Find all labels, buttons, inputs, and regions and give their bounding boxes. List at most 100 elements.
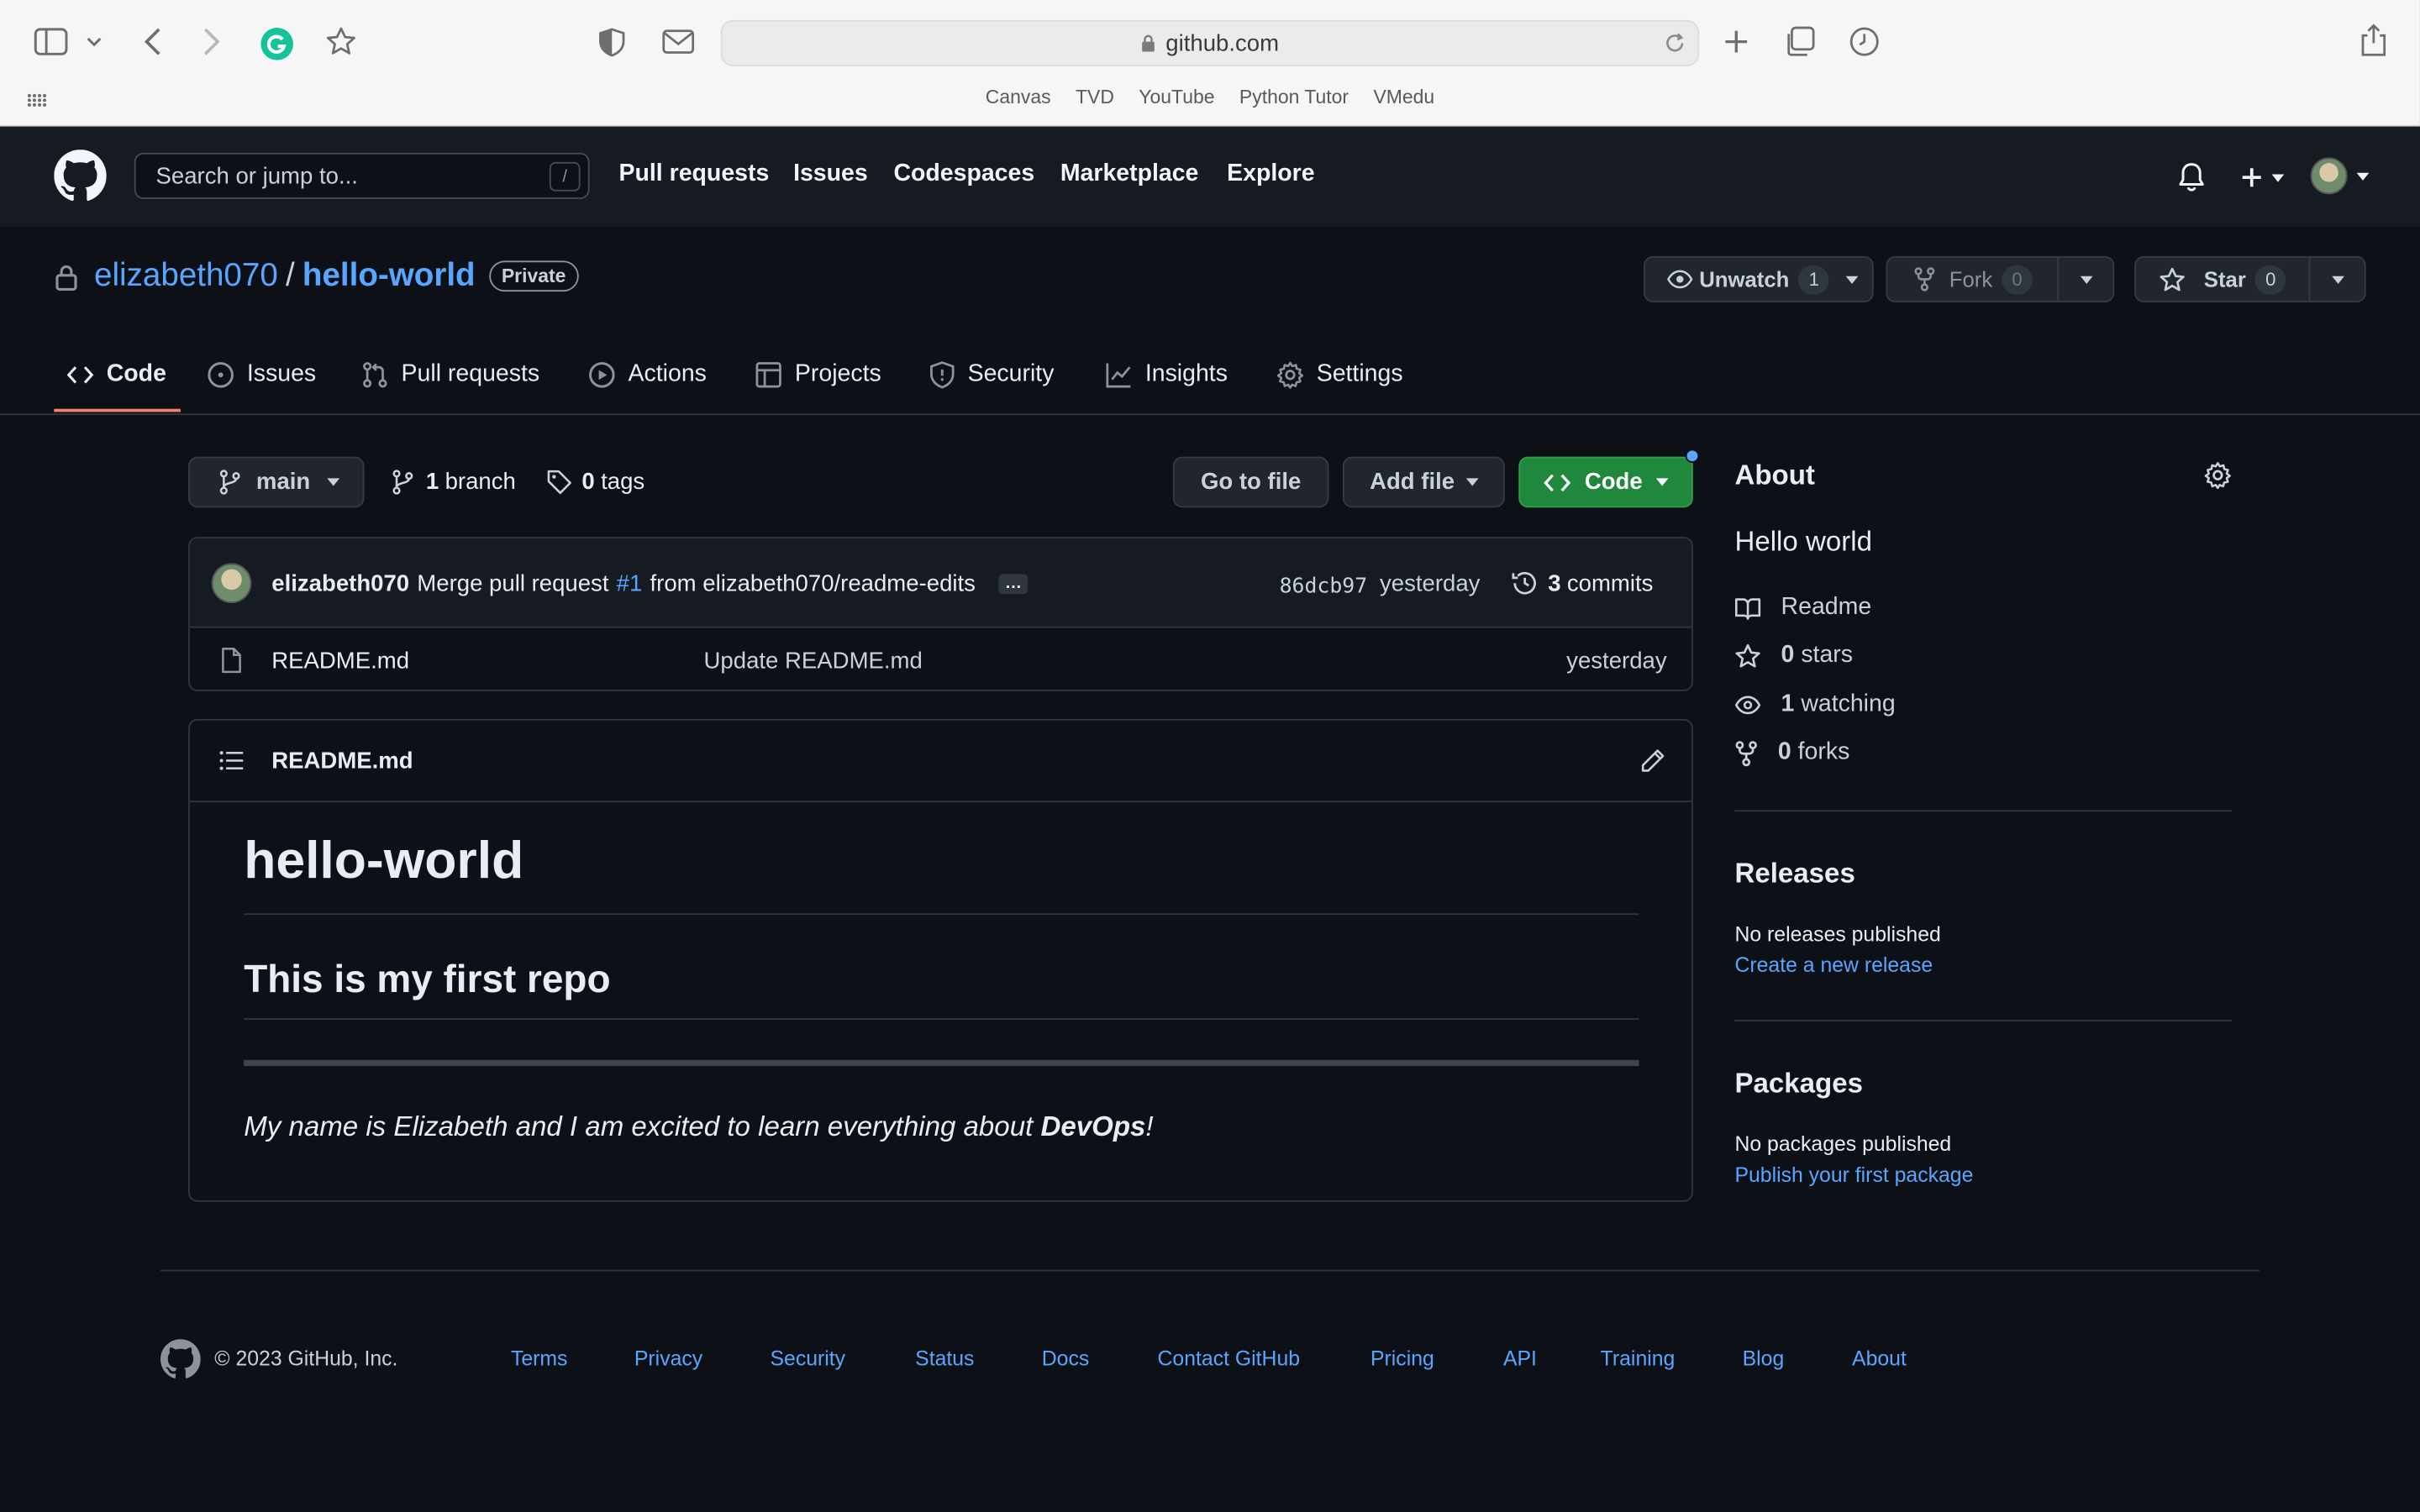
about-readme-link[interactable]: Readme (1734, 594, 1871, 622)
list-unordered-icon[interactable] (219, 750, 244, 772)
branch-selector[interactable]: main (188, 456, 365, 508)
tab-code[interactable]: Code (66, 360, 166, 391)
branches-link[interactable]: 1 branch (392, 469, 516, 496)
commit-message-prefix[interactable]: Merge pull request (417, 571, 608, 597)
tab-actions[interactable]: Actions (588, 360, 707, 391)
nav-marketplace[interactable]: Marketplace (1060, 160, 1199, 188)
visibility-badge: Private (489, 260, 579, 292)
tab-projects[interactable]: Projects (755, 360, 881, 391)
eye-icon (1734, 696, 1761, 715)
tab-issues[interactable]: Issues (207, 360, 316, 391)
github-logo-icon[interactable] (54, 150, 107, 202)
history-clock-icon[interactable] (1848, 24, 1881, 58)
star-button[interactable]: Star 0 (2134, 255, 2311, 302)
tag-count-label: tags (601, 469, 645, 496)
go-to-file-button[interactable]: Go to file (1172, 456, 1329, 508)
releases-heading[interactable]: Releases (1734, 858, 1854, 890)
share-icon[interactable] (2357, 22, 2391, 59)
add-file-button[interactable]: Add file (1342, 456, 1505, 508)
nav-issues[interactable]: Issues (793, 160, 868, 188)
new-tab-icon[interactable] (1719, 24, 1753, 58)
packages-heading[interactable]: Packages (1734, 1068, 1863, 1100)
readme-filename[interactable]: README.md (271, 748, 413, 774)
star-bookmark-icon[interactable] (324, 24, 358, 58)
commit-expand-button[interactable]: … (998, 574, 1028, 595)
repo-owner-link[interactable]: elizabeth070 (94, 258, 278, 295)
commit-message-suffix[interactable]: from elizabeth070/readme-edits (650, 571, 976, 597)
sidebar-toggle-icon[interactable] (31, 24, 71, 58)
about-watching-link[interactable]: 1 watching (1734, 691, 1896, 719)
chevron-down-icon[interactable] (83, 31, 105, 53)
notification-bell-icon[interactable] (2178, 162, 2206, 193)
issue-icon (208, 362, 234, 388)
lock-icon (1142, 34, 1155, 52)
gear-icon[interactable] (2204, 461, 2232, 490)
bookmark-youtube[interactable]: YouTube (1127, 87, 1228, 118)
footer-link-about[interactable]: About (1852, 1347, 1907, 1370)
tab-insights[interactable]: Insights (1105, 360, 1228, 391)
tab-security[interactable]: Security (929, 360, 1054, 391)
grammarly-icon[interactable] (260, 26, 293, 60)
bookmark-python-tutor[interactable]: Python Tutor (1227, 87, 1361, 118)
branch-count: 1 (425, 469, 439, 496)
commit-author-avatar[interactable] (211, 563, 252, 604)
tab-pull-requests[interactable]: Pull requests (361, 360, 539, 391)
publish-package-link[interactable]: Publish your first package (1734, 1163, 1973, 1187)
go-to-file-label: Go to file (1200, 469, 1302, 496)
star-dropdown-button[interactable] (2308, 255, 2366, 302)
commit-sha[interactable]: 86dcb97 (1280, 574, 1368, 598)
user-menu[interactable] (2310, 157, 2370, 195)
footer-link-api[interactable]: API (1503, 1347, 1537, 1370)
privacy-shield-icon[interactable] (596, 26, 627, 57)
readme-paragraph: My name is Elizabeth and I am excited to… (244, 1110, 1153, 1143)
mail-icon[interactable] (660, 26, 694, 57)
tab-overview-icon[interactable] (1782, 24, 1816, 58)
footer-link-contact[interactable]: Contact GitHub (1158, 1347, 1301, 1370)
commit-pr-link[interactable]: #1 (617, 571, 643, 597)
commit-author[interactable]: elizabeth070 (271, 571, 409, 597)
bookmark-canvas[interactable]: Canvas (973, 87, 1063, 118)
search-input[interactable]: Search or jump to... / (134, 152, 590, 199)
tab-settings[interactable]: Settings (1276, 360, 1403, 391)
bookmark-tvd[interactable]: TVD (1063, 87, 1126, 118)
create-release-link[interactable]: Create a new release (1734, 953, 1933, 977)
footer-link-training[interactable]: Training (1601, 1347, 1676, 1370)
forward-icon[interactable] (194, 24, 228, 58)
create-new-dropdown[interactable] (2241, 166, 2285, 188)
footer-link-security[interactable]: Security (771, 1347, 846, 1370)
footer-link-docs[interactable]: Docs (1042, 1347, 1090, 1370)
footer-link-pricing[interactable]: Pricing (1370, 1347, 1434, 1370)
tab-projects-label: Projects (794, 360, 881, 388)
add-file-label: Add file (1370, 469, 1455, 496)
footer-link-terms[interactable]: Terms (511, 1347, 567, 1370)
tabs-divider (0, 413, 2420, 416)
branch-name: main (255, 469, 311, 496)
file-table: elizabeth070 Merge pull request #1 from … (188, 537, 1693, 691)
bookmark-vmedu[interactable]: VMedu (1361, 87, 1447, 118)
footer-link-blog[interactable]: Blog (1743, 1347, 1785, 1370)
nav-codespaces[interactable]: Codespaces (893, 160, 1034, 188)
tags-link[interactable]: 0 tags (546, 469, 645, 496)
nav-explore[interactable]: Explore (1227, 160, 1314, 188)
about-stars-link[interactable]: 0 stars (1734, 642, 1853, 669)
tab-pull-requests-label: Pull requests (401, 360, 540, 388)
address-bar[interactable]: github.com (720, 19, 1700, 66)
footer-github-logo-icon[interactable] (160, 1339, 201, 1379)
reload-icon[interactable] (1665, 33, 1686, 55)
nav-pull-requests[interactable]: Pull requests (619, 160, 770, 188)
file-name-link[interactable]: README.md (271, 648, 409, 674)
file-commit-message[interactable]: Update README.md (704, 648, 923, 674)
fork-dropdown-button[interactable] (2057, 255, 2115, 302)
fork-button[interactable]: Fork 0 (1886, 255, 2060, 302)
repo-name-link[interactable]: hello-world (302, 258, 476, 295)
footer-link-privacy[interactable]: Privacy (634, 1347, 702, 1370)
commits-link[interactable]: 3 commits (1511, 570, 1653, 597)
lock-icon (54, 264, 78, 291)
back-icon[interactable] (136, 24, 170, 58)
about-forks-link[interactable]: 0 forks (1734, 739, 1849, 767)
pencil-icon[interactable] (1640, 748, 1665, 773)
unwatch-button[interactable]: Unwatch 1 (1644, 255, 1874, 302)
code-button[interactable]: Code (1518, 456, 1693, 508)
footer-link-status[interactable]: Status (915, 1347, 974, 1370)
readme-h2: This is my first repo (244, 958, 611, 1002)
